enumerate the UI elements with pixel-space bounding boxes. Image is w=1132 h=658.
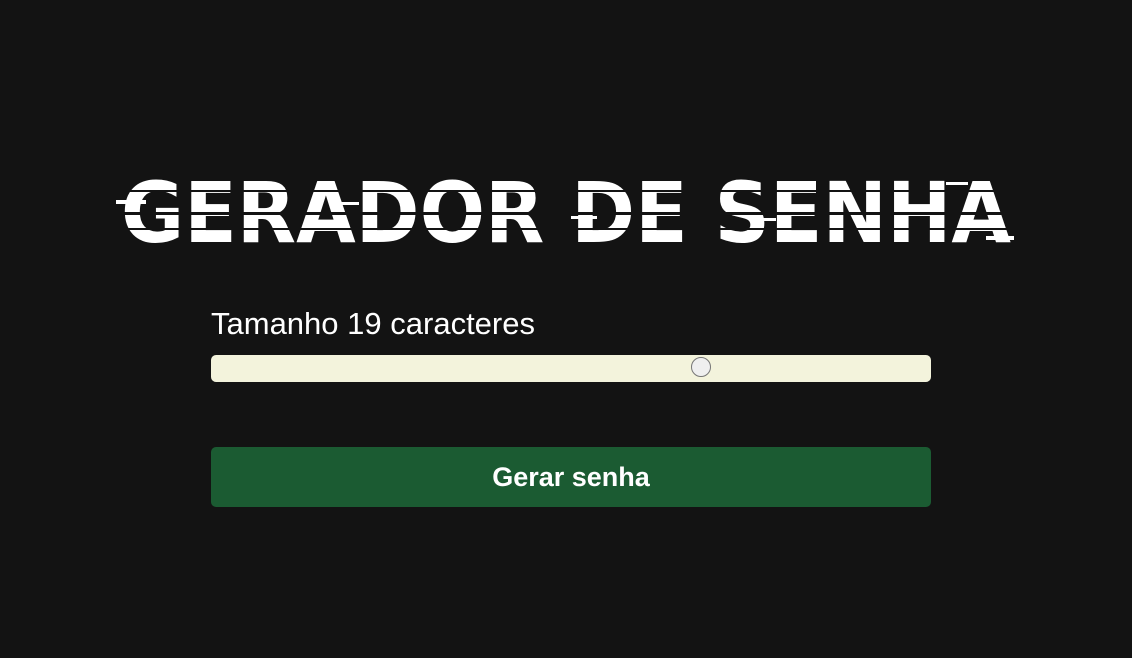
length-label-prefix: Tamanho: [211, 306, 339, 341]
generate-password-button[interactable]: Gerar senha: [211, 447, 931, 507]
length-slider[interactable]: [211, 355, 931, 382]
slider-thumb[interactable]: [690, 357, 711, 377]
page-title-container: GERADOR DE SENHA: [0, 160, 1132, 262]
length-label-suffix: caracteres: [390, 306, 535, 341]
password-form: Tamanho 19 caracteres Gerar senha: [211, 300, 931, 507]
page-title: GERADOR DE SENHA: [116, 164, 1016, 262]
length-label: Tamanho 19 caracteres: [211, 300, 931, 348]
length-value: 19: [347, 306, 382, 341]
